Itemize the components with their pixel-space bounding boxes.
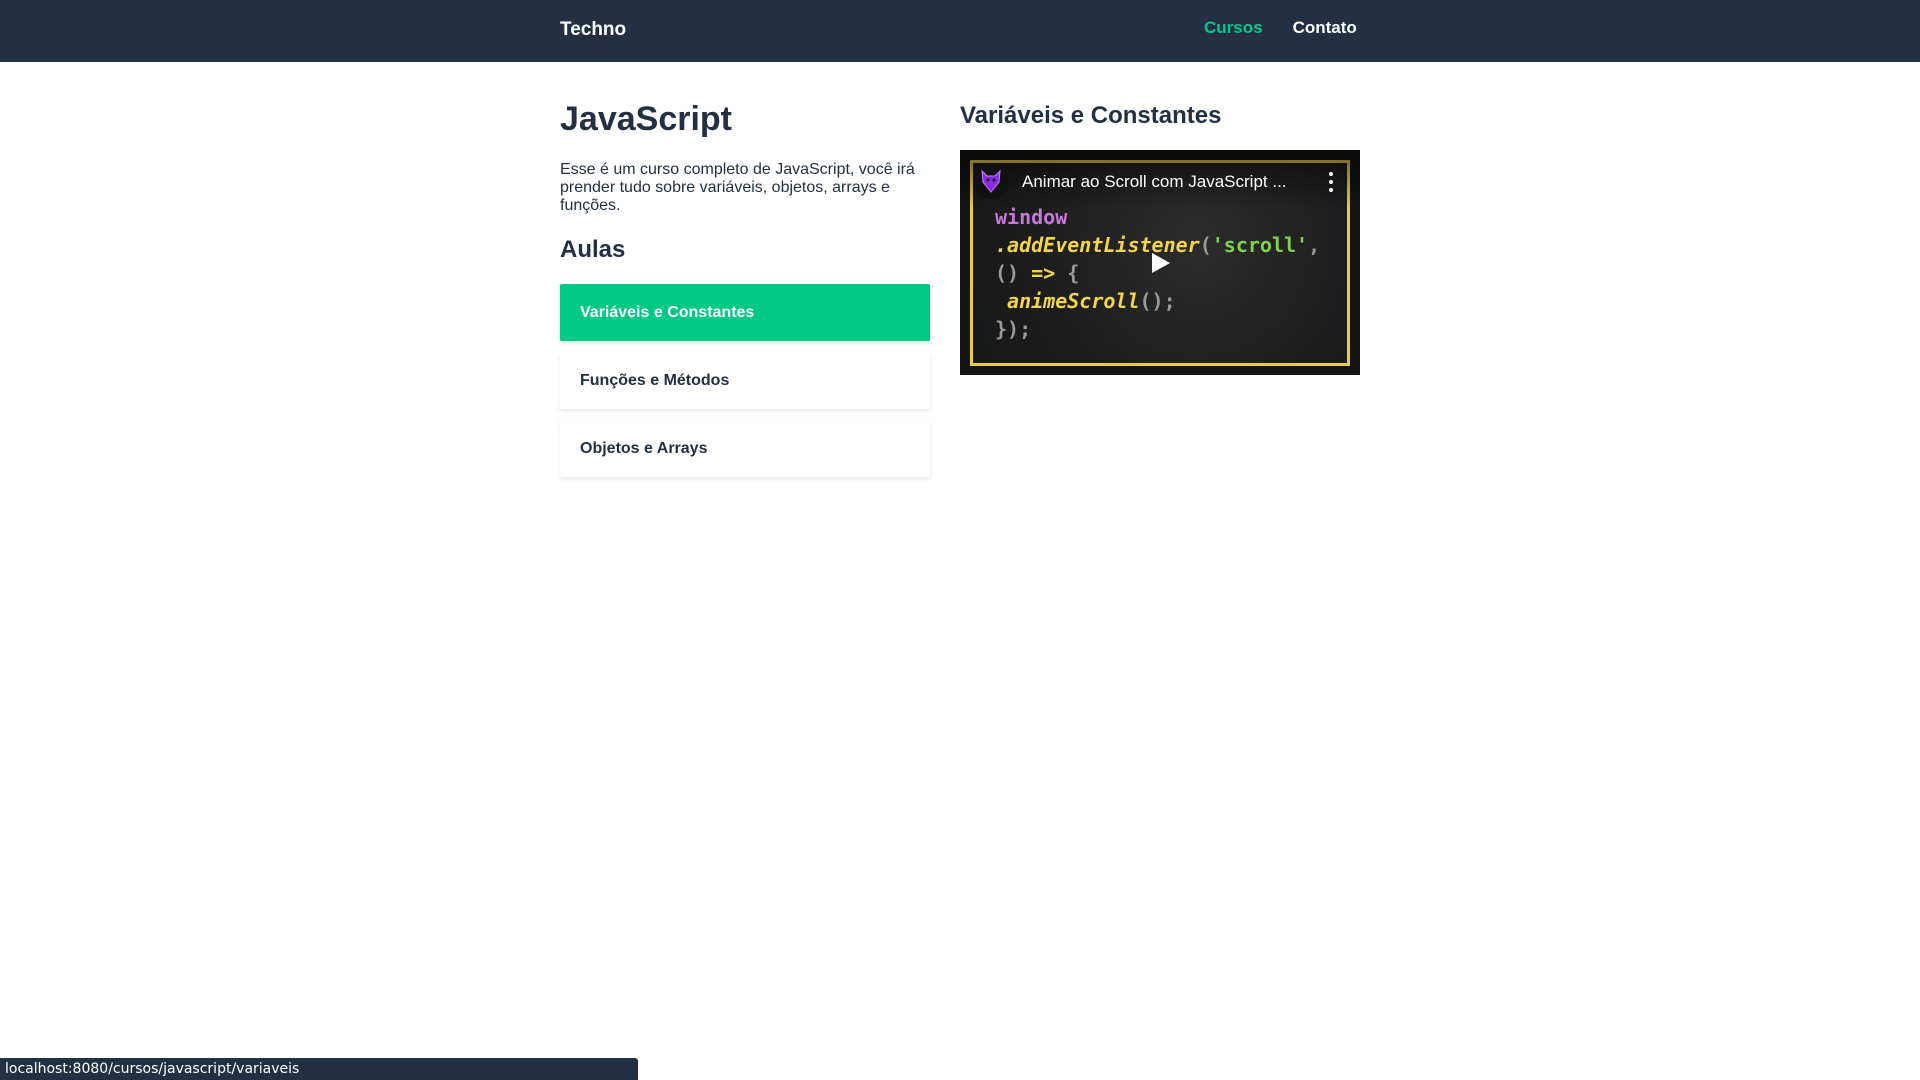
nav-link-contato[interactable]: Contato [1293,18,1357,38]
thumbnail-code: window .addEventListener('scroll', () =>… [995,203,1320,343]
lesson-item-objetos[interactable]: Objetos e Arrays [560,420,930,477]
video-player[interactable]: window .addEventListener('scroll', () =>… [960,150,1360,375]
code-arrow: => [1019,261,1068,285]
video-title[interactable]: Animar ao Scroll com JavaScript ... [1022,172,1312,192]
status-bar-url: localhost:8080/cursos/javascript/variave… [0,1058,638,1080]
code-paren: ( [1199,233,1212,257]
course-title: JavaScript [560,100,732,138]
code-call-fn: animeScroll [995,289,1140,313]
lessons-list: Variáveis e Constantes Funções e Métodos… [560,284,930,488]
code-parens: () [995,261,1020,285]
nav-link-cursos[interactable]: Cursos [1204,18,1263,38]
wolf-logo-icon[interactable] [973,163,1009,199]
lesson-item-variaveis[interactable]: Variáveis e Constantes [560,284,930,341]
brand-logo-link[interactable]: Techno [560,19,626,41]
code-brace: { [1067,261,1080,285]
code-string: 'scroll' [1211,233,1309,257]
video-topbar: Animar ao Scroll com JavaScript ... [960,150,1360,210]
code-call: (); [1139,289,1176,313]
course-description: Esse é um curso completo de JavaScript, … [560,161,915,214]
site-header: Techno Cursos Contato [0,0,1920,62]
main-nav: Cursos Contato [1204,18,1357,38]
code-close: }); [995,317,1032,341]
code-comma: , [1308,233,1321,257]
lesson-title: Variáveis e Constantes [960,102,1222,129]
play-icon[interactable] [1152,253,1170,273]
kebab-menu-icon[interactable] [1326,172,1336,192]
lessons-heading: Aulas [560,236,626,263]
lesson-item-funcoes[interactable]: Funções e Métodos [560,352,930,409]
